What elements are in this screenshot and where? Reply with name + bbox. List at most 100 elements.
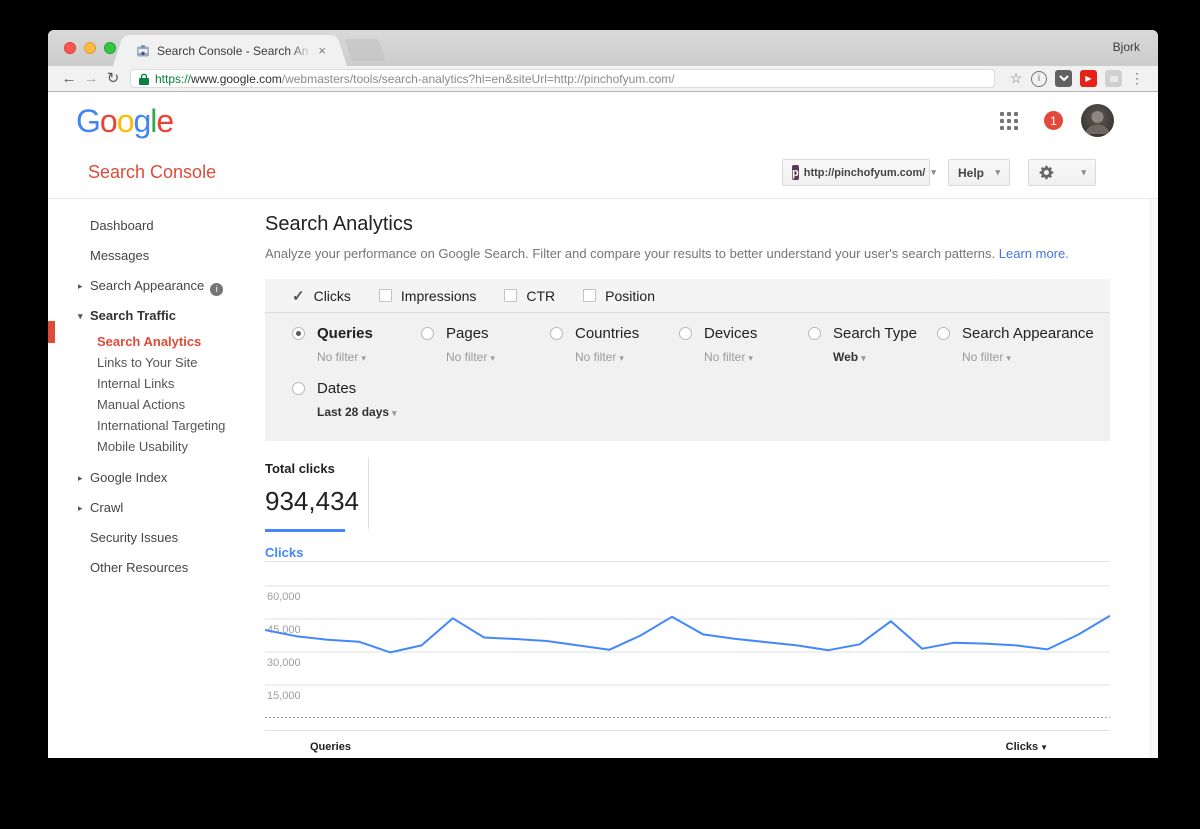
notifications-badge[interactable]: 1 <box>1044 111 1063 130</box>
queries-table-header: Queries Clicks▼ <box>265 731 1110 758</box>
radio-unselected-icon <box>421 327 434 340</box>
chrome-profile-name[interactable]: Bjork <box>1113 40 1140 54</box>
sidebar-item-messages[interactable]: Messages <box>48 241 260 271</box>
dates-filter-dropdown[interactable]: Last 28 days▾ <box>317 405 421 419</box>
check-icon: ✓ <box>292 287 305 305</box>
pocket-extension-icon[interactable] <box>1055 70 1072 87</box>
countries-filter-dropdown[interactable]: No filter▾ <box>575 350 679 364</box>
chevron-down-icon: ▾ <box>619 353 624 363</box>
google-header: Google 1 <box>48 92 1158 148</box>
search-appearance-filter-dropdown[interactable]: No filter▾ <box>962 350 1107 364</box>
sidebar-item-crawl[interactable]: ▸ Crawl <box>48 493 260 523</box>
sidebar-item-search-traffic[interactable]: ▾ Search Traffic <box>48 301 260 331</box>
dimension-search-type-radio[interactable]: Search Type <box>808 325 937 342</box>
new-tab-button[interactable] <box>344 39 385 61</box>
account-avatar[interactable] <box>1081 104 1114 137</box>
learn-more-link[interactable]: Learn more. <box>999 246 1069 261</box>
bookmark-star-icon[interactable]: ☆ <box>1005 70 1027 87</box>
checkbox-empty-icon <box>583 289 596 302</box>
search-type-filter-dropdown[interactable]: Web▾ <box>833 350 937 364</box>
url-scheme: https <box>155 72 181 86</box>
sidebar-item-international-targeting[interactable]: International Targeting <box>48 415 260 436</box>
sidebar-item-internal-links[interactable]: Internal Links <box>48 373 260 394</box>
search-console-favicon-icon <box>136 44 150 58</box>
dimension-devices-radio[interactable]: Devices <box>679 325 808 342</box>
devices-filter-dropdown[interactable]: No filter▾ <box>704 350 808 364</box>
page-body: Dashboard Messages ▸ Search Appearancei … <box>48 198 1158 758</box>
chevron-down-icon: ▾ <box>931 167 936 178</box>
sidebar-item-dashboard[interactable]: Dashboard <box>48 211 260 241</box>
app-title[interactable]: Search Console <box>88 162 216 183</box>
metric-position-checkbox[interactable]: Position <box>583 288 655 304</box>
dimensions-row: Queries No filter▾ Pages No filter▾ <box>265 313 1110 364</box>
metric-impressions-checkbox[interactable]: Impressions <box>379 288 476 304</box>
column-header-queries[interactable]: Queries <box>310 741 351 753</box>
sidebar-item-mobile-usability[interactable]: Mobile Usability <box>48 436 260 457</box>
clicks-line-series <box>265 616 1110 653</box>
youtube-extension-icon[interactable]: ▶ <box>1080 70 1097 87</box>
dimension-queries: Queries No filter▾ <box>292 325 421 364</box>
dimension-search-appearance-radio[interactable]: Search Appearance <box>937 325 1107 342</box>
google-logo[interactable]: Google <box>76 103 173 140</box>
sidebar-item-google-index[interactable]: ▸ Google Index <box>48 463 260 493</box>
window-close-button[interactable] <box>64 42 76 54</box>
chevron-down-icon: ▾ <box>995 167 1000 178</box>
sidebar-item-links-to-your-site[interactable]: Links to Your Site <box>48 352 260 373</box>
sidebar-item-search-analytics[interactable]: Search Analytics <box>48 331 260 352</box>
checkbox-empty-icon <box>379 289 392 302</box>
google-apps-icon[interactable] <box>1000 112 1018 130</box>
expand-arrow-icon: ▸ <box>78 493 83 523</box>
queries-filter-dropdown[interactable]: No filter▾ <box>317 350 421 364</box>
dimension-devices: Devices No filter▾ <box>679 325 808 364</box>
help-dropdown[interactable]: Help ▾ <box>948 159 1010 186</box>
dimension-countries-radio[interactable]: Countries <box>550 325 679 342</box>
browser-tab[interactable]: Search Console - Search Analy × <box>126 35 334 66</box>
chevron-down-icon: ▾ <box>490 353 495 363</box>
reload-button-icon[interactable]: ↻ <box>102 71 124 86</box>
url-separator: :// <box>181 72 191 86</box>
sidebar-item-search-appearance[interactable]: ▸ Search Appearancei <box>48 271 260 301</box>
tab-title-fade <box>290 35 312 66</box>
dimension-pages: Pages No filter▾ <box>421 325 550 364</box>
chart-series-label: Clicks <box>265 545 1110 560</box>
total-clicks-accent-bar <box>265 529 345 532</box>
search-console-header: Search Console p http://pinchofyum.com/ … <box>48 148 1158 198</box>
settings-dropdown[interactable]: ▾ <box>1028 159 1096 186</box>
info-icon[interactable]: i <box>210 283 223 296</box>
y-tick-label: 60,000 <box>267 591 301 603</box>
address-bar[interactable]: https://www.google.com/webmasters/tools/… <box>130 69 995 88</box>
site-url-label: http://pinchofyum.com/ <box>804 167 926 179</box>
back-button-icon[interactable]: ← <box>58 71 80 86</box>
sidebar-item-other-resources[interactable]: Other Resources <box>48 553 260 583</box>
dimension-queries-radio[interactable]: Queries <box>292 325 421 342</box>
dimension-dates-radio[interactable]: Dates <box>292 380 421 397</box>
window-minimize-button[interactable] <box>84 42 96 54</box>
page-scrollbar[interactable] <box>1150 199 1158 758</box>
sidebar-item-security-issues[interactable]: Security Issues <box>48 523 260 553</box>
radio-unselected-icon <box>937 327 950 340</box>
radio-unselected-icon <box>808 327 821 340</box>
column-header-clicks[interactable]: Clicks▼ <box>1006 741 1048 753</box>
y-tick-label: 30,000 <box>267 657 301 669</box>
info-extension-icon[interactable]: i <box>1031 71 1047 87</box>
help-label: Help <box>958 166 984 180</box>
window-zoom-button[interactable] <box>104 42 116 54</box>
page-title: Search Analytics <box>265 213 1110 236</box>
dimension-pages-radio[interactable]: Pages <box>421 325 550 342</box>
secure-lock-icon <box>139 73 149 85</box>
metric-clicks-checkbox[interactable]: ✓ Clicks <box>292 287 351 305</box>
chrome-menu-icon[interactable]: ⋮ <box>1126 70 1148 87</box>
pages-filter-dropdown[interactable]: No filter▾ <box>446 350 550 364</box>
url-path: /webmasters/tools/search-analytics?hl=en… <box>282 72 675 86</box>
sidebar-item-manual-actions[interactable]: Manual Actions <box>48 394 260 415</box>
metric-ctr-checkbox[interactable]: CTR <box>504 288 555 304</box>
tab-close-icon[interactable]: × <box>318 44 326 57</box>
site-selector-dropdown[interactable]: p http://pinchofyum.com/ ▾ <box>782 159 930 186</box>
dimension-countries: Countries No filter▾ <box>550 325 679 364</box>
chat-extension-icon[interactable] <box>1105 70 1122 87</box>
clicks-chart: 60,00045,00030,00015,000 <box>265 561 1110 723</box>
radio-selected-icon <box>292 327 305 340</box>
dates-row: Dates Last 28 days▾ <box>265 364 1110 441</box>
expand-arrow-icon: ▸ <box>78 463 83 493</box>
forward-button-icon[interactable]: → <box>80 71 102 86</box>
